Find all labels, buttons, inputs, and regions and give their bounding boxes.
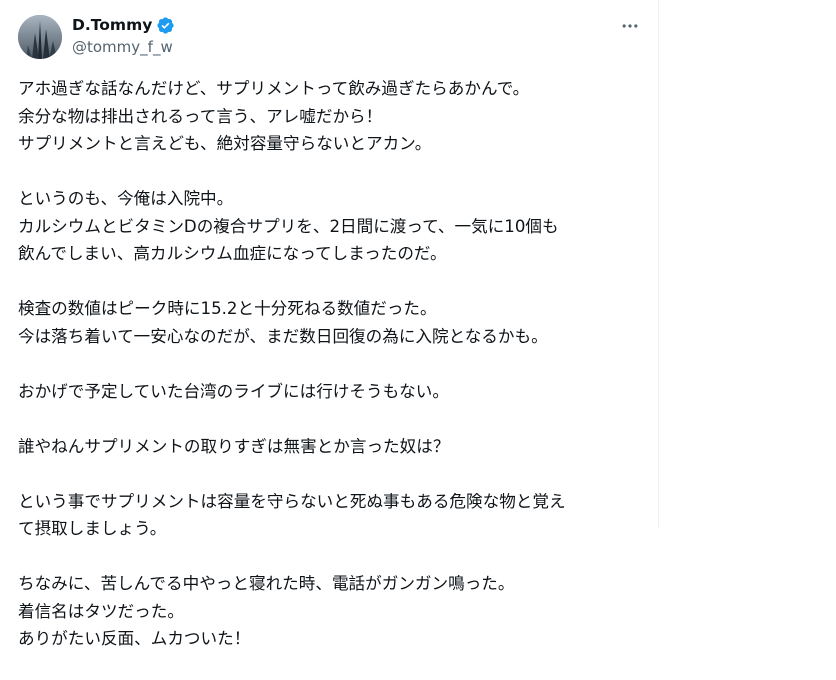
more-options-button[interactable] xyxy=(614,12,646,40)
author-block: D.Tommy @tommy_f_w xyxy=(72,14,175,56)
tweet-line: て摂取しましょう。 xyxy=(18,519,167,538)
name-row: D.Tommy xyxy=(72,14,175,36)
tweet-line: サプリメントと言えども、絶対容量守らないとアカン。 xyxy=(18,134,432,153)
tweet-paragraph: ちなみに、苦しんでる中やっと寝れた時、電話がガンガン鳴った。 着信名はタツだった… xyxy=(18,570,644,653)
tweet-text: アホ過ぎな話なんだけど、サプリメントって飲み過ぎたらあかんで。 余分な物は排出さ… xyxy=(18,75,644,680)
tweet-line: 着信名はタツだった。 xyxy=(18,601,184,621)
more-horizontal-icon xyxy=(622,24,638,28)
avatar-image xyxy=(18,15,62,59)
column-divider xyxy=(658,0,659,528)
tweet-line: 誰やねんサプリメントの取りすぎは無害とか言った奴は？ xyxy=(18,436,450,456)
tweet-paragraph: というのも、今俺は入院中。 カルシウムとビタミンDの複合サプリを、2日間に渡って… xyxy=(18,185,644,268)
tweet-line: 飲んでしまい、高カルシウム血症になってしまったのだ。 xyxy=(18,244,447,263)
avatar[interactable] xyxy=(18,15,62,59)
verified-badge-icon xyxy=(157,16,174,34)
tweet-line: アホ過ぎな話なんだけど、サプリメントって飲み過ぎたらあかんで。 xyxy=(18,79,530,98)
tweet-line: ありがたい反面、ムカついた！ xyxy=(18,629,251,648)
tweet-line: という事でサプリメントは容量を守らないと死ぬ事もある危険な物と覚え xyxy=(18,491,566,511)
tweet-paragraph: 検査の数値はピーク時に15.2と十分死ねる数値だった。 今は落ち着いて一安心なの… xyxy=(18,295,644,350)
user-handle[interactable]: @tommy_f_w xyxy=(72,38,175,56)
display-name[interactable]: D.Tommy xyxy=(72,16,152,34)
tweet-paragraph: という事でサプリメントは容量を守らないと死ぬ事もある危険な物と覚え て摂取しまし… xyxy=(18,488,644,543)
tweet-line: カルシウムとビタミンDの複合サプリを、2日間に渡って、一気に10個も xyxy=(18,216,559,236)
tweet-paragraph: おかげで予定していた台湾のライブには行けそうもない。 xyxy=(18,378,644,406)
tweet-line: 余分な物は排出されるって言う、アレ嘘だから！ xyxy=(18,106,383,126)
tweet-line: ちなみに、苦しんでる中やっと寝れた時、電話がガンガン鳴った。 xyxy=(18,574,515,593)
tweet-line: おかげで予定していた台湾のライブには行けそうもない。 xyxy=(18,381,449,401)
tweet-paragraph: 誰やねんサプリメントの取りすぎは無害とか言った奴は？ xyxy=(18,433,644,461)
tweet: D.Tommy @tommy_f_w アホ過ぎな話なんだけど、サプリメントって飲… xyxy=(0,0,658,652)
tweet-line: 検査の数値はピーク時に15.2と十分死ねる数値だった。 xyxy=(18,299,437,318)
tweet-line: というのも、今俺は入院中。 xyxy=(18,189,234,208)
tweet-paragraph: アホ過ぎな話なんだけど、サプリメントって飲み過ぎたらあかんで。 余分な物は排出さ… xyxy=(18,75,644,158)
tweet-line: 今は落ち着いて一安心なのだが、まだ数日回復の為に入院となるかも。 xyxy=(18,326,548,346)
